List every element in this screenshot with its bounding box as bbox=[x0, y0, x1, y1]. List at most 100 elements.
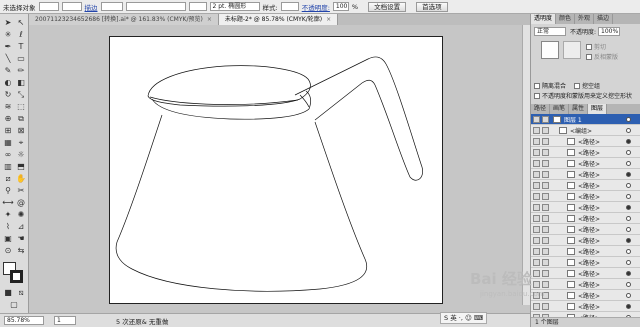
path-row[interactable]: <路径> bbox=[531, 202, 640, 213]
target-icon[interactable] bbox=[626, 193, 631, 199]
visibility-icon[interactable] bbox=[533, 214, 540, 222]
slice-tool-icon[interactable]: ⧄ bbox=[2, 174, 14, 184]
path-row[interactable]: <路径> bbox=[531, 290, 640, 301]
style-dropdown[interactable] bbox=[280, 2, 299, 11]
gradient-tool-icon[interactable]: ▦ bbox=[2, 138, 14, 148]
mesh-tool-icon[interactable]: ⊠ bbox=[15, 126, 27, 136]
lock-icon[interactable] bbox=[542, 159, 549, 167]
pen-tool-icon[interactable]: ✒ bbox=[2, 42, 14, 52]
path-row[interactable]: <路径> bbox=[531, 246, 640, 257]
width-tool-icon[interactable]: ⟷ bbox=[2, 198, 14, 208]
tab-layers[interactable]: 图层 bbox=[588, 104, 608, 114]
lock-icon[interactable] bbox=[542, 236, 549, 244]
artboard-tool-icon[interactable]: ⬒ bbox=[15, 162, 27, 172]
mask-thumbnail-empty[interactable] bbox=[563, 41, 581, 59]
zoom-tool-icon[interactable]: ⚲ bbox=[2, 186, 14, 196]
visibility-icon[interactable] bbox=[533, 269, 540, 277]
path-row[interactable]: <路径> bbox=[531, 268, 640, 279]
free-transform-icon[interactable]: ⬚ bbox=[15, 102, 27, 112]
visibility-icon[interactable] bbox=[533, 203, 540, 211]
lock-icon[interactable] bbox=[542, 170, 549, 178]
mask-thumbnail[interactable] bbox=[541, 41, 559, 59]
invert-checkbox[interactable] bbox=[586, 53, 592, 60]
zoom-alt-icon[interactable]: ⊙ bbox=[2, 246, 14, 256]
tab-paths[interactable]: 路径 bbox=[531, 104, 551, 114]
group-row[interactable]: <编组> bbox=[531, 125, 640, 136]
opacity-mask-option[interactable]: 不透明度和蒙版用来定义挖空形状 bbox=[531, 90, 632, 101]
target-icon[interactable] bbox=[626, 127, 631, 133]
hand-tool-icon[interactable]: ✋ bbox=[15, 174, 27, 184]
target-icon[interactable] bbox=[626, 215, 631, 221]
selection-tool-icon[interactable]: ➤ bbox=[2, 18, 14, 28]
screen-mode-icon[interactable]: ▢ bbox=[8, 300, 20, 310]
rotate-tool-icon[interactable]: ↻ bbox=[2, 90, 14, 100]
none-mode-icon[interactable]: ⧅ bbox=[15, 288, 27, 298]
hand-alt-icon[interactable]: ☚ bbox=[15, 234, 27, 244]
visibility-icon[interactable] bbox=[533, 236, 540, 244]
lasso-icon[interactable]: ℓ bbox=[15, 30, 27, 40]
path-row[interactable]: <路径> bbox=[531, 169, 640, 180]
tab-stroke[interactable]: 描边 bbox=[594, 14, 614, 24]
document-setup-button[interactable]: 文档设置 bbox=[368, 1, 407, 12]
path-row[interactable]: <路径> bbox=[531, 191, 640, 202]
target-icon[interactable] bbox=[626, 138, 631, 144]
zoom-dropdown[interactable]: 85.78% bbox=[4, 316, 44, 325]
stroke-weight-dropdown[interactable] bbox=[100, 2, 123, 11]
blend-tool-icon[interactable]: ∞ bbox=[2, 150, 14, 160]
path-row[interactable]: <路径> bbox=[531, 147, 640, 158]
layer-row[interactable]: 图层 1 bbox=[531, 114, 640, 125]
opacity-mask-checkbox[interactable] bbox=[534, 92, 540, 99]
type-tool-icon[interactable]: T bbox=[15, 42, 27, 52]
clip-checkbox[interactable] bbox=[586, 43, 592, 50]
variable-width-dropdown[interactable] bbox=[125, 2, 186, 11]
visibility-icon[interactable] bbox=[533, 247, 540, 255]
visibility-icon[interactable] bbox=[533, 115, 540, 123]
close-icon[interactable]: × bbox=[326, 16, 331, 23]
visibility-icon[interactable] bbox=[533, 126, 540, 134]
rectangle-tool-icon[interactable]: ▭ bbox=[15, 54, 27, 64]
stroke-color-dropdown[interactable] bbox=[61, 2, 82, 11]
shape-builder-icon[interactable]: ⊕ bbox=[2, 114, 14, 124]
twirl-tool-icon[interactable]: @ bbox=[15, 198, 27, 208]
lock-icon[interactable] bbox=[542, 137, 549, 145]
lock-icon[interactable] bbox=[542, 115, 549, 123]
visibility-icon[interactable] bbox=[533, 137, 540, 145]
target-icon[interactable] bbox=[626, 182, 631, 188]
brush-dropdown[interactable] bbox=[188, 2, 207, 11]
symbol-sprayer-icon[interactable]: ☼ bbox=[15, 150, 27, 160]
tab-brushes[interactable]: 画笔 bbox=[550, 104, 570, 114]
color-mode-icon[interactable]: ■ bbox=[2, 288, 14, 298]
lock-icon[interactable] bbox=[542, 203, 549, 211]
path-row[interactable]: <路径> bbox=[531, 213, 640, 224]
scale-tool-icon[interactable]: ⤡ bbox=[15, 90, 27, 100]
opacity-link[interactable]: 不透明度: bbox=[302, 2, 330, 12]
lock-icon[interactable] bbox=[542, 181, 549, 189]
lock-icon[interactable] bbox=[542, 192, 549, 200]
target-icon[interactable] bbox=[626, 226, 631, 232]
path-row[interactable]: <路径> bbox=[531, 224, 640, 235]
isolate-checkbox[interactable] bbox=[534, 82, 540, 89]
blend-mode-dropdown[interactable]: 正常 bbox=[534, 27, 566, 36]
visibility-icon[interactable] bbox=[533, 192, 540, 200]
tab-appearance[interactable]: 外观 bbox=[575, 14, 595, 24]
direct-selection-icon[interactable]: ↖ bbox=[15, 18, 27, 28]
tab-color[interactable]: 颜色 bbox=[556, 14, 576, 24]
vertical-scrollbar[interactable] bbox=[522, 25, 530, 305]
target-icon[interactable] bbox=[626, 248, 631, 254]
close-icon[interactable]: × bbox=[207, 16, 212, 23]
path-row[interactable]: <路径> bbox=[531, 158, 640, 169]
scissors-icon[interactable]: ✂ bbox=[15, 186, 27, 196]
artboard-nav-dropdown[interactable]: 1 bbox=[54, 316, 76, 325]
path-row[interactable]: <路径> bbox=[531, 301, 640, 312]
column-graph-icon[interactable]: ▥ bbox=[2, 162, 14, 172]
target-icon[interactable] bbox=[626, 237, 631, 243]
line-tool-icon[interactable]: ╲ bbox=[2, 54, 14, 64]
brush-tool-icon[interactable]: ✎ bbox=[2, 66, 14, 76]
tab-transparency[interactable]: 透明度 bbox=[531, 14, 557, 24]
target-icon[interactable] bbox=[626, 204, 631, 210]
tab-attributes[interactable]: 属性 bbox=[569, 104, 589, 114]
target-icon[interactable] bbox=[626, 149, 631, 155]
live-paint-icon[interactable]: ⧉ bbox=[15, 114, 27, 124]
target-icon[interactable] bbox=[626, 281, 631, 287]
target-icon[interactable] bbox=[626, 116, 631, 122]
